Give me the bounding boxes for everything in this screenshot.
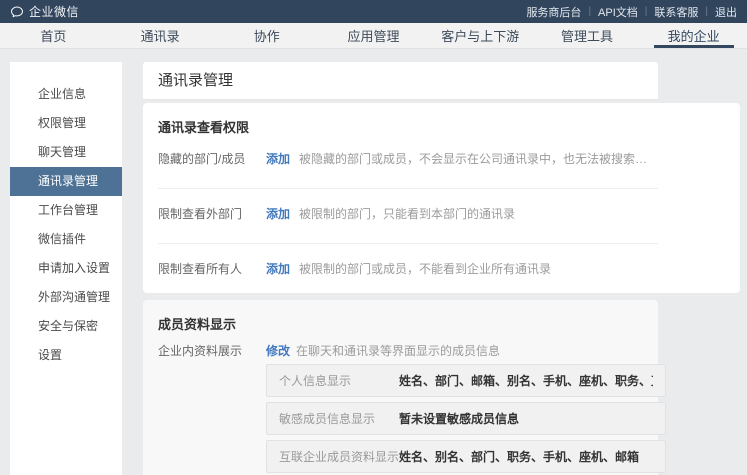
section-view-permissions: 通讯录查看权限 隐藏的部门/成员 添加 被隐藏的部门或成员，不会显示在公司通讯录… (143, 103, 740, 293)
personal-info-display-box: 个人信息显示 姓名、部门、邮箱、别名、手机、座机、职务、直属上级、官网、测... (266, 364, 666, 397)
page-title: 通讯录管理 (143, 62, 658, 100)
sidebar-item-settings[interactable]: 设置 (10, 341, 122, 370)
sensitive-info-display-box: 敏感成员信息显示 暂未设置敏感成员信息 (266, 402, 666, 435)
sidebar-item-chat-management[interactable]: 聊天管理 (10, 138, 122, 167)
tab-admin-tools[interactable]: 管理工具 (534, 23, 641, 48)
add-restricted-all-button[interactable]: 添加 (266, 260, 290, 277)
section-heading-member-profile: 成员资料显示 (143, 300, 658, 333)
modify-profile-button[interactable]: 修改 (266, 342, 290, 359)
topbar: 企业微信 服务商后台 | API文档 | 联系客服 | 退出 (0, 0, 747, 23)
row-label: 企业内资料展示 (158, 342, 266, 359)
sidebar-item-workbench-management[interactable]: 工作台管理 (10, 196, 122, 225)
separator: | (588, 6, 591, 17)
chat-bubble-icon (10, 5, 24, 19)
box-label: 个人信息显示 (279, 372, 399, 389)
box-value: 姓名、别名、部门、职务、手机、座机、邮箱 (399, 448, 639, 465)
row-hidden-departments: 隐藏的部门/成员 添加 被隐藏的部门或成员，不会显示在公司通讯录中，也无法被搜索… (158, 150, 650, 167)
sidebar-item-permission-management[interactable]: 权限管理 (10, 109, 122, 138)
linked-company-profile-box: 互联企业成员资料显示 姓名、别名、部门、职务、手机、座机、邮箱 (266, 440, 666, 473)
sidebar-item-join-settings[interactable]: 申请加入设置 (10, 254, 122, 283)
row-description: 被限制的部门或成员，不能看到企业所有通讯录 (299, 260, 551, 277)
app-logo[interactable]: 企业微信 (10, 3, 79, 20)
section-heading-view-permissions: 通讯录查看权限 (143, 103, 740, 136)
add-hidden-button[interactable]: 添加 (266, 150, 290, 167)
link-contact-support[interactable]: 联系客服 (654, 4, 698, 20)
link-service-provider[interactable]: 服务商后台 (526, 4, 581, 20)
section-member-profile: 成员资料显示 企业内资料展示 修改 在聊天和通讯录等界面显示的成员信息 个人信息… (143, 300, 658, 475)
link-logout[interactable]: 退出 (715, 4, 737, 20)
sidebar-item-wechat-plugin[interactable]: 微信插件 (10, 225, 122, 254)
add-restricted-dept-button[interactable]: 添加 (266, 205, 290, 222)
separator: | (645, 6, 648, 17)
row-description: 被限制的部门，只能看到本部门的通讯录 (299, 205, 515, 222)
sidebar-item-external-communication[interactable]: 外部沟通管理 (10, 283, 122, 312)
row-label: 隐藏的部门/成员 (158, 150, 266, 167)
profile-action-line: 修改 在聊天和通讯录等界面显示的成员信息 (266, 342, 666, 359)
tab-collaboration[interactable]: 协作 (213, 23, 320, 48)
row-restrict-other-departments: 限制查看外部门 添加 被限制的部门，只能看到本部门的通讯录 (158, 205, 650, 222)
tab-customers[interactable]: 客户与上下游 (427, 23, 534, 48)
sidebar-item-contacts-management[interactable]: 通讯录管理 (10, 167, 122, 196)
sidebar-item-security[interactable]: 安全与保密 (10, 312, 122, 341)
topbar-links: 服务商后台 | API文档 | 联系客服 | 退出 (526, 4, 737, 20)
row-label: 限制查看外部门 (158, 205, 266, 222)
row-label: 限制查看所有人 (158, 260, 266, 277)
row-restrict-everyone: 限制查看所有人 添加 被限制的部门或成员，不能看到企业所有通讯录 (158, 260, 650, 277)
row-description: 在聊天和通讯录等界面显示的成员信息 (296, 342, 500, 359)
profile-detail-column: 修改 在聊天和通讯录等界面显示的成员信息 个人信息显示 姓名、部门、邮箱、别名、… (266, 342, 666, 475)
settings-sidebar: 企业信息 权限管理 聊天管理 通讯录管理 工作台管理 微信插件 申请加入设置 外… (10, 62, 122, 475)
box-value: 姓名、部门、邮箱、别名、手机、座机、职务、直属上级、官网、测... (399, 372, 653, 389)
tab-app-management[interactable]: 应用管理 (320, 23, 427, 48)
row-description: 被隐藏的部门或成员，不会显示在公司通讯录中，也无法被搜索查看 (299, 150, 650, 167)
tab-home[interactable]: 首页 (0, 23, 107, 48)
app-title: 企业微信 (29, 3, 79, 20)
tab-contacts[interactable]: 通讯录 (107, 23, 214, 48)
sidebar-item-company-info[interactable]: 企业信息 (10, 80, 122, 109)
box-label: 互联企业成员资料显示 (279, 448, 399, 465)
divider (158, 188, 658, 189)
main-nav: 首页 通讯录 协作 应用管理 客户与上下游 管理工具 我的企业 (0, 23, 747, 49)
box-label: 敏感成员信息显示 (279, 410, 399, 427)
row-internal-profile: 企业内资料展示 修改 在聊天和通讯录等界面显示的成员信息 个人信息显示 姓名、部… (158, 342, 658, 475)
link-api-docs[interactable]: API文档 (598, 4, 638, 20)
divider (158, 243, 658, 244)
tab-my-company[interactable]: 我的企业 (640, 23, 747, 48)
separator: | (705, 6, 708, 17)
box-value: 暂未设置敏感成员信息 (399, 410, 519, 427)
